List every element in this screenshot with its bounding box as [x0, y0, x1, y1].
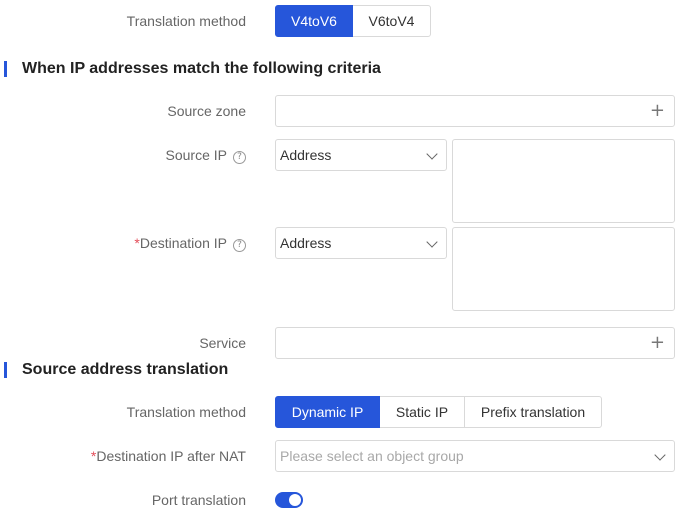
chevron-down-icon — [654, 449, 666, 461]
chevron-down-icon — [426, 148, 438, 160]
criteria-section-header: When IP addresses match the following cr… — [0, 59, 381, 79]
sat-method-label: Translation method — [126, 404, 246, 420]
source-ip-type-value: Address — [280, 147, 332, 163]
static-ip-option[interactable]: Static IP — [379, 396, 465, 428]
destination-ip-label-text: Destination IP — [139, 235, 227, 251]
translation-method-label: Translation method — [126, 13, 246, 29]
dynamic-ip-option[interactable]: Dynamic IP — [275, 396, 380, 428]
toggle-knob — [289, 494, 301, 506]
destination-ip-type-select[interactable]: Address — [275, 227, 447, 259]
source-translation-section-title: Source address translation — [22, 361, 229, 378]
source-ip-type-select[interactable]: Address — [275, 139, 447, 171]
dest-ip-after-nat-label-text: Destination IP after NAT — [96, 448, 246, 464]
v4tov6-option[interactable]: V4toV6 — [275, 5, 353, 37]
chevron-down-icon — [426, 236, 438, 248]
destination-ip-label: *Destination IP? — [134, 233, 246, 253]
source-zone-field[interactable]: + — [275, 95, 675, 127]
plus-icon[interactable]: + — [650, 102, 665, 120]
translation-method-group: V4toV6 V6toV4 — [275, 5, 431, 37]
destination-ip-textarea[interactable] — [452, 227, 675, 311]
source-zone-label: Source zone — [167, 103, 246, 119]
service-label: Service — [199, 335, 246, 351]
source-ip-textarea[interactable] — [452, 139, 675, 223]
dest-ip-after-nat-select[interactable]: Please select an object group — [275, 440, 675, 472]
port-translation-toggle[interactable] — [275, 492, 303, 508]
plus-icon[interactable]: + — [650, 334, 665, 352]
port-translation-label: Port translation — [151, 492, 246, 508]
question-circle-icon[interactable]: ? — [233, 151, 246, 164]
destination-ip-type-value: Address — [280, 235, 332, 251]
dest-ip-after-nat-label: *Destination IP after NAT — [91, 446, 246, 466]
dest-ip-after-nat-placeholder: Please select an object group — [280, 448, 464, 464]
criteria-section-title: When IP addresses match the following cr… — [22, 60, 381, 77]
prefix-translation-option[interactable]: Prefix translation — [464, 396, 602, 428]
source-ip-label-text: Source IP — [165, 147, 227, 163]
sat-method-group: Dynamic IP Static IP Prefix translation — [275, 396, 602, 428]
source-translation-section-header: Source address translation — [0, 360, 228, 380]
v6tov4-option[interactable]: V6toV4 — [352, 5, 431, 37]
section-accent-bar — [4, 61, 7, 77]
source-ip-label: Source IP? — [166, 145, 246, 165]
question-circle-icon[interactable]: ? — [233, 239, 246, 252]
section-accent-bar — [4, 362, 7, 378]
service-field[interactable]: + — [275, 327, 675, 359]
